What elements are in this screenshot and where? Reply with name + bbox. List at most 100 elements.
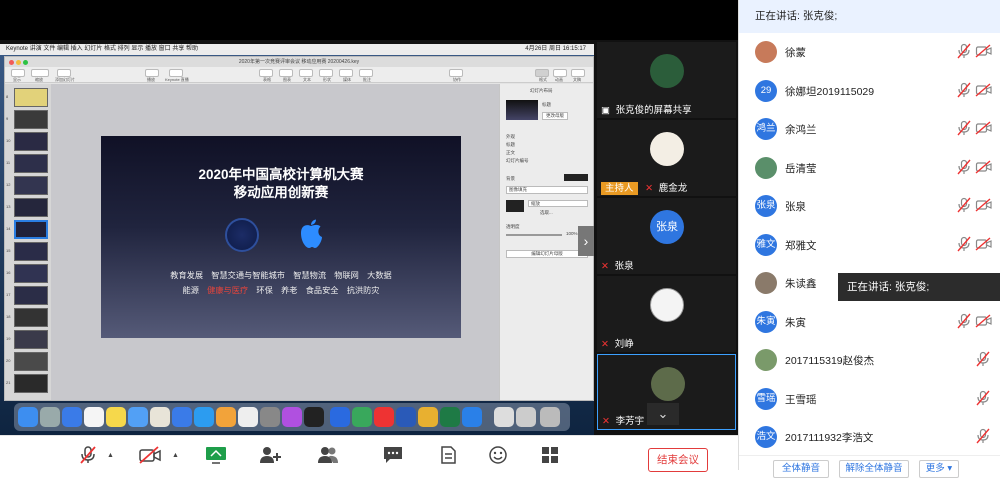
word-icon[interactable] bbox=[396, 407, 416, 427]
slide-number-checkbox[interactable]: 幻灯片编号 bbox=[506, 158, 529, 164]
slide-thumbnail[interactable] bbox=[14, 264, 48, 283]
participant-row[interactable]: 2017115319赵俊杰 bbox=[739, 341, 1000, 379]
camera-off-icon[interactable] bbox=[138, 445, 162, 468]
slide-canvas[interactable]: 2020年中国高校计算机大赛 移动应用创新赛 教育发展 智慧交通与智能城市 智慧… bbox=[51, 84, 499, 400]
photos-icon[interactable] bbox=[150, 407, 170, 427]
fill-type-select[interactable]: 图像填充 bbox=[506, 186, 588, 194]
slide-thumbnail[interactable] bbox=[14, 352, 48, 371]
participants-icon[interactable] bbox=[316, 445, 340, 468]
apps-grid-icon[interactable] bbox=[540, 445, 560, 468]
comment-button[interactable] bbox=[359, 69, 373, 77]
mute-all-button[interactable]: 全体静音 bbox=[773, 460, 829, 478]
inspector-tab[interactable]: 幻灯片布局 bbox=[530, 88, 553, 94]
wps-icon[interactable] bbox=[374, 407, 394, 427]
choose-image-button[interactable]: 选取... bbox=[540, 210, 553, 216]
camera-off-icon[interactable] bbox=[975, 159, 993, 175]
current-slide[interactable]: 2020年中国高校计算机大赛 移动应用创新赛 教育发展 智慧交通与智能城市 智慧… bbox=[101, 136, 461, 338]
camera-off-icon[interactable] bbox=[975, 197, 993, 213]
chrome-icon[interactable] bbox=[418, 407, 438, 427]
system-preferences-icon[interactable] bbox=[260, 407, 280, 427]
slide-thumbnail[interactable] bbox=[14, 154, 48, 173]
mic-muted-icon[interactable] bbox=[956, 82, 972, 98]
slide-thumbnail[interactable] bbox=[14, 176, 48, 195]
mic-muted-icon[interactable] bbox=[975, 390, 991, 406]
podcasts-icon[interactable] bbox=[282, 407, 302, 427]
shape-button[interactable] bbox=[319, 69, 333, 77]
mic-muted-icon[interactable] bbox=[956, 236, 972, 252]
excel-icon[interactable] bbox=[440, 407, 460, 427]
zoom-button[interactable] bbox=[31, 69, 49, 77]
mic-muted-icon[interactable] bbox=[975, 428, 991, 444]
pages-icon[interactable] bbox=[216, 407, 236, 427]
unmute-all-button[interactable]: 解除全体静音 bbox=[839, 460, 909, 478]
edit-master-button[interactable]: 编辑幻灯片母版 bbox=[506, 250, 588, 258]
mic-muted-icon[interactable] bbox=[78, 445, 98, 468]
media-button[interactable] bbox=[339, 69, 353, 77]
messages-icon[interactable] bbox=[128, 407, 148, 427]
transparency-value[interactable]: 100% bbox=[566, 231, 578, 236]
mic-muted-icon[interactable] bbox=[975, 351, 991, 367]
document-button[interactable] bbox=[571, 69, 585, 77]
slide-thumbnail[interactable] bbox=[14, 198, 48, 217]
launchpad-icon[interactable] bbox=[40, 407, 60, 427]
participant-row[interactable]: 雪瑶 王雪瑶 bbox=[739, 380, 1000, 418]
calendar-icon[interactable] bbox=[84, 407, 104, 427]
zoom-app-icon[interactable] bbox=[462, 407, 482, 427]
video-tile-screen-share[interactable]: ▣ 张克俊的屏幕共享 bbox=[597, 42, 736, 118]
mic-muted-icon[interactable] bbox=[956, 159, 972, 175]
slide-thumbnail[interactable] bbox=[14, 88, 48, 107]
camera-off-icon[interactable] bbox=[975, 82, 993, 98]
chat-icon[interactable] bbox=[382, 445, 404, 468]
transparency-slider[interactable] bbox=[506, 234, 562, 236]
camera-off-icon[interactable] bbox=[975, 236, 993, 252]
master-preview[interactable] bbox=[506, 100, 538, 120]
text-button[interactable] bbox=[299, 69, 313, 77]
document-icon[interactable] bbox=[438, 445, 458, 468]
camera-off-icon[interactable] bbox=[975, 43, 993, 59]
camera-off-icon[interactable] bbox=[975, 120, 993, 136]
downloads-icon[interactable] bbox=[516, 407, 536, 427]
apple-tv-icon[interactable] bbox=[304, 407, 324, 427]
animate-button[interactable] bbox=[553, 69, 567, 77]
safari-icon[interactable] bbox=[62, 407, 82, 427]
body-checkbox[interactable]: 正文 bbox=[506, 150, 515, 156]
participant-row[interactable]: 朱寅 朱寅 bbox=[739, 303, 1000, 341]
mic-muted-icon[interactable] bbox=[956, 120, 972, 136]
participant-row[interactable]: 29 徐娜坦2019115029 bbox=[739, 72, 1000, 110]
invite-icon[interactable] bbox=[258, 445, 282, 468]
caret-up-icon[interactable]: ▲ bbox=[172, 452, 179, 459]
view-button[interactable] bbox=[11, 69, 25, 77]
more-button[interactable]: 更多 ▾ bbox=[919, 460, 959, 478]
qq-icon[interactable] bbox=[238, 407, 258, 427]
camera-off-icon[interactable] bbox=[975, 313, 993, 329]
slide-thumbnail-selected[interactable] bbox=[14, 220, 48, 239]
slide-thumbnail[interactable] bbox=[14, 330, 48, 349]
participant-row[interactable]: 张泉 张泉 bbox=[739, 187, 1000, 225]
collaborate-button[interactable] bbox=[449, 69, 463, 77]
slide-thumbnail[interactable] bbox=[14, 242, 48, 261]
mic-muted-icon[interactable] bbox=[956, 43, 972, 59]
title-checkbox[interactable]: 标题 bbox=[506, 142, 515, 148]
app-store-icon[interactable] bbox=[194, 407, 214, 427]
play-button[interactable] bbox=[145, 69, 159, 77]
slide-thumbnail[interactable] bbox=[14, 308, 48, 327]
keynote-icon[interactable] bbox=[172, 407, 192, 427]
participant-row[interactable]: 岳清莹 bbox=[739, 149, 1000, 187]
video-tile-host[interactable]: 主持人 ✕ 鹿金龙 bbox=[597, 120, 736, 196]
slide-thumbnail[interactable] bbox=[14, 374, 48, 393]
keynote-live-button[interactable] bbox=[169, 69, 183, 77]
mic-muted-icon[interactable] bbox=[956, 197, 972, 213]
video-tile[interactable]: 张泉 ✕ 张泉 bbox=[597, 198, 736, 274]
wechat-icon[interactable] bbox=[352, 407, 372, 427]
slide-thumbnail[interactable] bbox=[14, 132, 48, 151]
chart-button[interactable] bbox=[279, 69, 293, 77]
notes-icon[interactable] bbox=[106, 407, 126, 427]
format-button[interactable] bbox=[535, 69, 549, 77]
finder-icon[interactable] bbox=[18, 407, 38, 427]
reaction-icon[interactable] bbox=[488, 445, 508, 468]
add-slide-button[interactable] bbox=[57, 69, 71, 77]
table-button[interactable] bbox=[259, 69, 273, 77]
slide-thumbnail[interactable] bbox=[14, 286, 48, 305]
document-icon[interactable] bbox=[494, 407, 514, 427]
tencent-meeting-icon[interactable] bbox=[330, 407, 350, 427]
